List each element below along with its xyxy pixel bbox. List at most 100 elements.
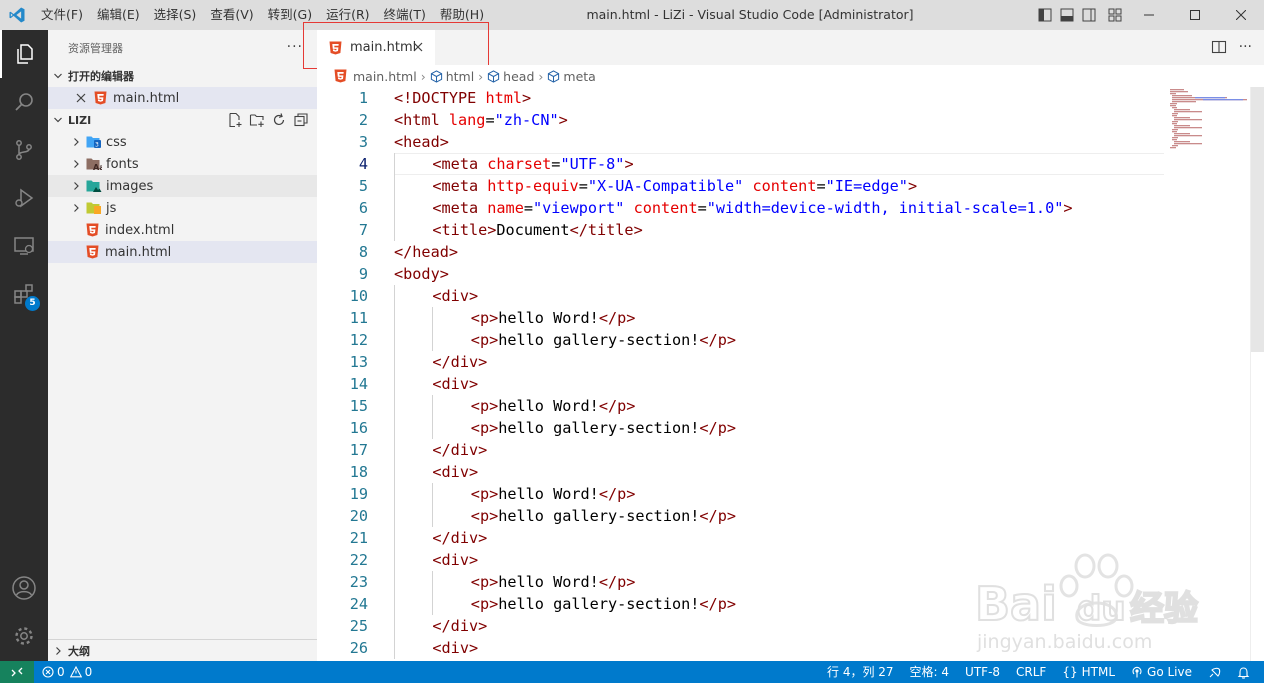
tree-folder-css[interactable]: 3 css [48,131,317,153]
code-line[interactable]: 8 </head> [317,241,1165,263]
encoding[interactable]: UTF-8 [957,661,1008,683]
menu-terminal[interactable]: 终端(T) [377,0,433,30]
notifications-bell-icon[interactable] [1229,661,1258,683]
code-line[interactable]: 9 <body> [317,263,1165,285]
close-icon[interactable] [411,40,425,58]
code-line[interactable]: 21 </div> [317,527,1165,549]
close-window-icon[interactable] [1218,0,1264,30]
code-line[interactable]: 19 <p>hello Word!</p> [317,483,1165,505]
code-line[interactable]: 7 <title>Document</title> [317,219,1165,241]
code-line[interactable]: 24 <p>hello gallery-section!</p> [317,593,1165,615]
indentation[interactable]: 空格: 4 [902,661,958,683]
code-line[interactable]: 20 <p>hello gallery-section!</p> [317,505,1165,527]
code-line[interactable]: 22 <div> [317,549,1165,571]
code-line[interactable]: 17 </div> [317,439,1165,461]
indent-guide [394,505,395,527]
split-editor-icon[interactable] [1211,39,1227,59]
code-token: <div> [432,639,479,657]
tree-folder-fonts[interactable]: Aa fonts [48,153,317,175]
minimize-icon[interactable] [1126,0,1172,30]
breadcrumb-file[interactable]: main.html [334,69,417,84]
collapse-all-icon[interactable] [293,112,309,131]
go-live-button[interactable]: Go Live [1123,661,1200,683]
cursor-position[interactable]: 行 4，列 27 [819,661,902,683]
code-line[interactable]: 3 <head> [317,131,1165,153]
code-token: <div> [432,551,479,569]
line-content: <title>Document</title> [432,219,642,241]
outline-section[interactable]: 大纲 [48,639,317,661]
code-line[interactable]: 25 </div> [317,615,1165,637]
code-token: </p> [699,419,736,437]
language-mode[interactable]: {} HTML [1054,661,1123,683]
toggle-sidebar-icon[interactable] [1034,0,1056,30]
menu-run[interactable]: 运行(R) [319,0,376,30]
code-line[interactable]: 2 <html lang="zh-CN"> [317,109,1165,131]
remote-explorer-icon[interactable] [0,222,48,270]
menu-help[interactable]: 帮助(H) [433,0,491,30]
scrollbar-thumb[interactable] [1251,87,1264,352]
open-editor-item[interactable]: main.html [48,87,317,109]
code-token: lang [448,111,486,129]
source-control-icon[interactable] [0,126,48,174]
search-icon[interactable] [0,78,48,126]
code-line[interactable]: 16 <p>hello gallery-section!</p> [317,417,1165,439]
chevron-right-icon [66,159,86,169]
account-icon[interactable] [0,564,48,612]
tree-file-index-html[interactable]: index.html [48,219,317,241]
menu-file[interactable]: 文件(F) [34,0,90,30]
code-line[interactable]: 1 <!DOCTYPE html> [317,87,1165,109]
menu-selection[interactable]: 选择(S) [147,0,204,30]
explorer-icon[interactable] [0,30,48,78]
code-line[interactable]: 6 <meta name="viewport" content="width=de… [317,197,1165,219]
code-token: <meta [432,177,488,195]
breadcrumb-head[interactable]: head [487,69,534,84]
code-line[interactable]: 12 <p>hello gallery-section!</p> [317,329,1165,351]
toggle-secondary-sidebar-icon[interactable] [1078,0,1100,30]
open-editors-section[interactable]: 打开的编辑器 [48,65,317,87]
feedback-icon[interactable] [1200,661,1229,683]
code-line[interactable]: 5 <meta http-equiv="X-UA-Compatible" cont… [317,175,1165,197]
extensions-icon[interactable]: 5 [0,270,48,318]
new-file-icon[interactable] [227,112,243,131]
code-line[interactable]: 4 <meta charset="UTF-8"> [317,153,1165,175]
more-actions-icon[interactable]: ··· [287,39,303,55]
menu-edit[interactable]: 编辑(E) [90,0,147,30]
new-folder-icon[interactable] [249,112,265,131]
remote-indicator-icon[interactable] [0,661,34,683]
code-token: </p> [598,397,636,415]
code-line[interactable]: 26 <div> [317,637,1165,659]
indent-guide [432,417,434,439]
problems-indicator[interactable]: 0 0 [34,661,100,683]
manage-gear-icon[interactable] [0,612,48,660]
toggle-panel-icon[interactable] [1056,0,1078,30]
code-line[interactable]: 14 <div> [317,373,1165,395]
breadcrumb-html[interactable]: html [430,69,474,84]
code-line[interactable]: 18 <div> [317,461,1165,483]
run-debug-icon[interactable] [0,174,48,222]
end-of-line[interactable]: CRLF [1008,661,1054,683]
code-line[interactable]: 13 </div> [317,351,1165,373]
tree-folder-js[interactable]: js [48,197,317,219]
tree-folder-images[interactable]: images [48,175,317,197]
code-editor[interactable]: 1 <!DOCTYPE html> 2 <html lang="zh-CN"> 3 <he… [317,87,1165,661]
code-line[interactable]: 15 <p>hello Word!</p> [317,395,1165,417]
close-icon[interactable] [76,93,90,103]
tree-file-main-html[interactable]: main.html [48,241,317,263]
code-line[interactable]: 23 <p>hello Word!</p> [317,571,1165,593]
menu-view[interactable]: 查看(V) [203,0,260,30]
refresh-icon[interactable] [271,112,287,131]
maximize-icon[interactable] [1172,0,1218,30]
menu-go[interactable]: 转到(G) [261,0,319,30]
html5-icon [86,223,99,237]
code-token: "zh-CN" [494,111,559,129]
editor-scrollbar[interactable] [1250,87,1264,661]
tab-main-html[interactable]: main.html [317,30,435,65]
workspace-section[interactable]: LIZI [48,109,317,131]
breadcrumb-meta[interactable]: meta [547,69,596,84]
indent-guide [394,197,395,219]
code-line[interactable]: 10 <div> [317,285,1165,307]
minimap[interactable] [1165,87,1250,661]
code-line[interactable]: 11 <p>hello Word!</p> [317,307,1165,329]
customize-layout-icon[interactable] [1104,0,1126,30]
more-actions-icon[interactable]: ··· [1239,39,1252,59]
